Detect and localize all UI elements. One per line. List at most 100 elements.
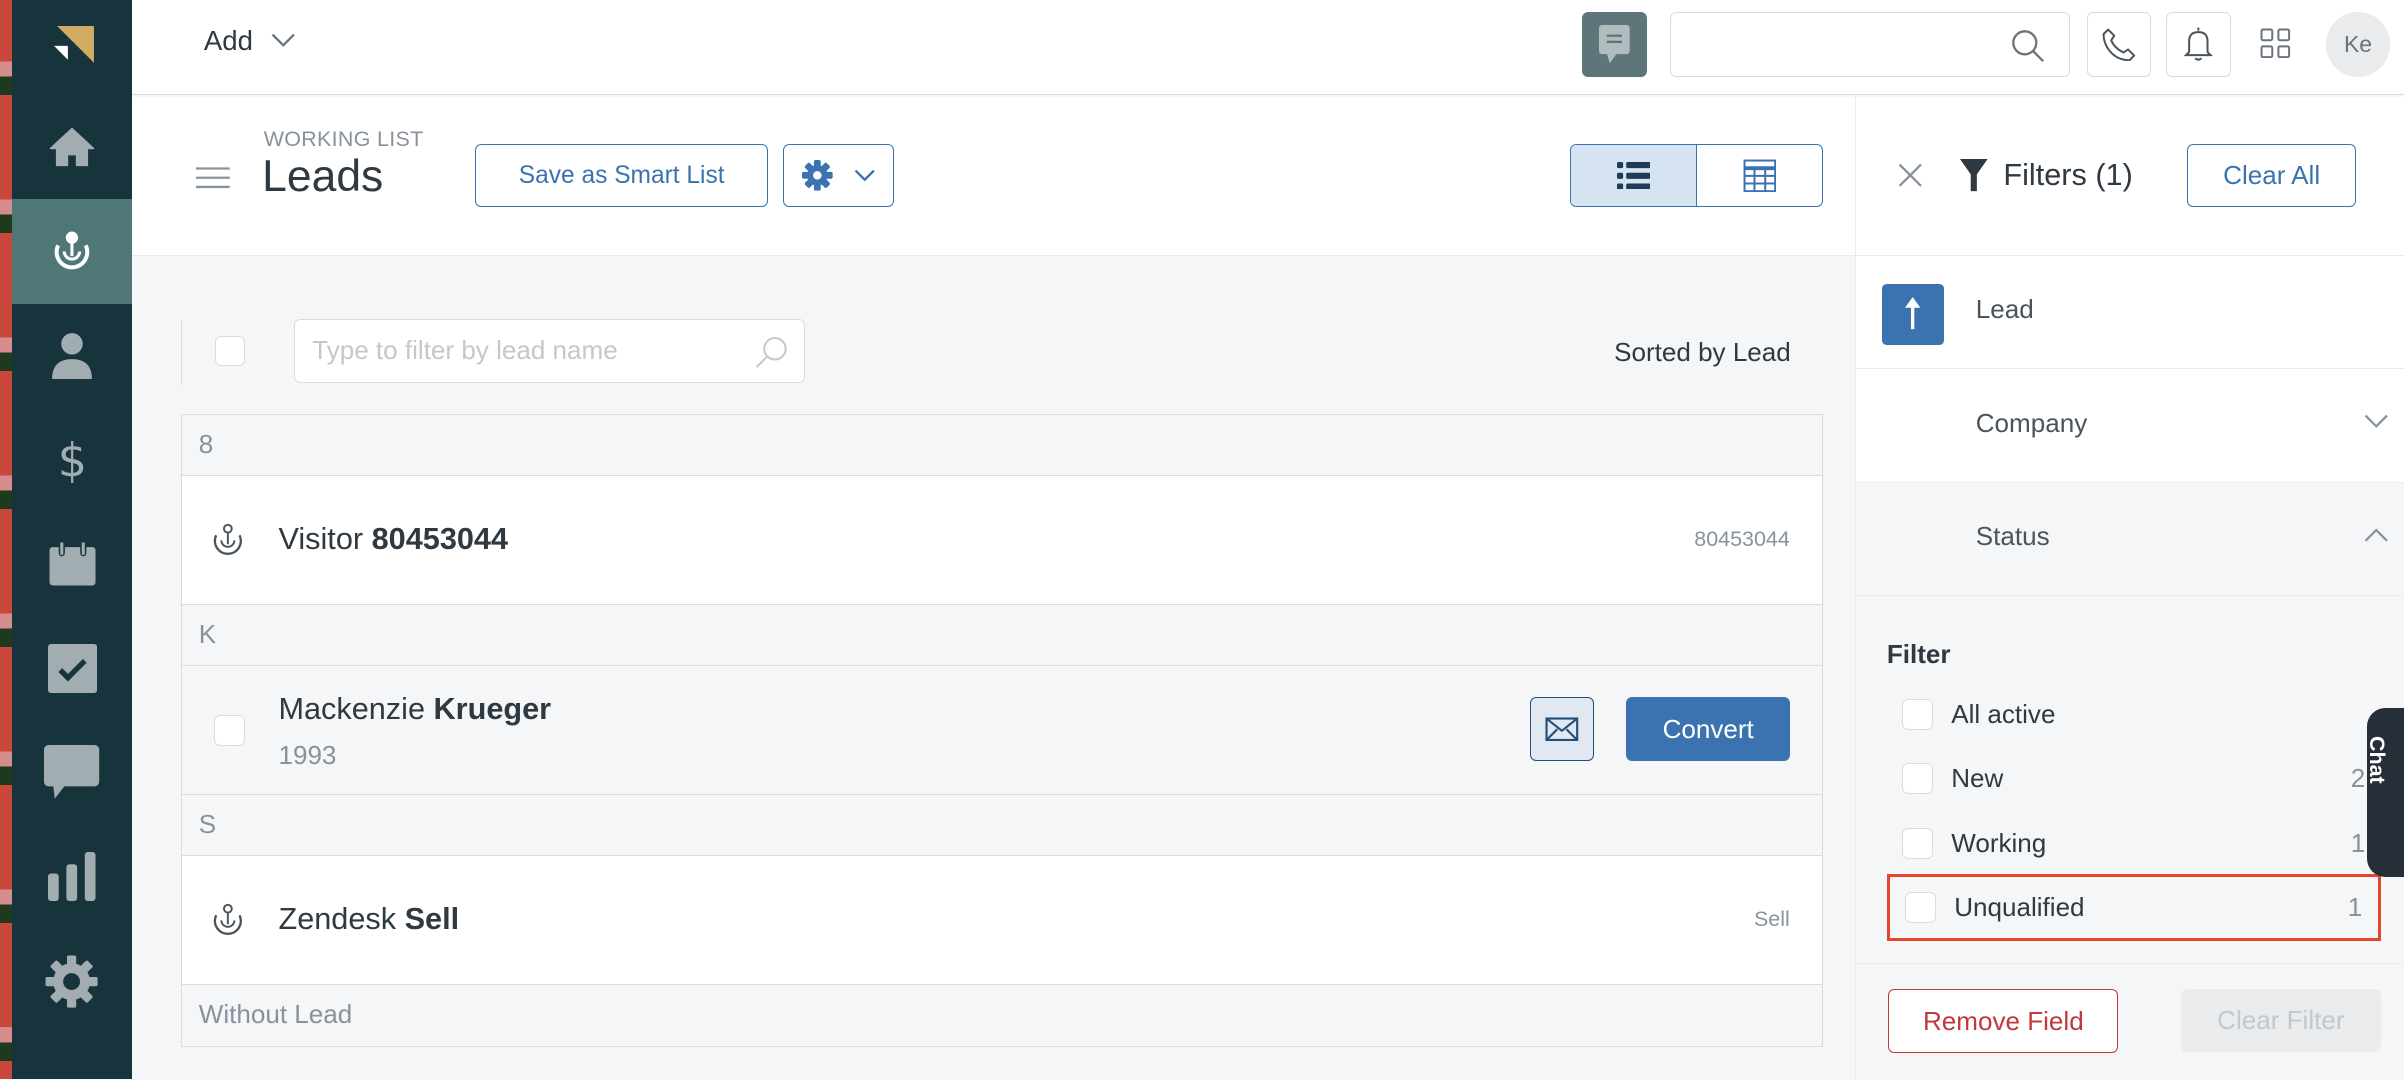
sidebar-item-leads[interactable] [12, 199, 132, 304]
list-icon [1616, 161, 1651, 190]
option-checkbox[interactable] [1902, 699, 1933, 730]
option-checkbox[interactable] [1902, 827, 1933, 859]
filter-option-all-active[interactable]: All active [1887, 684, 2381, 745]
settings-dropdown-button[interactable] [783, 144, 894, 207]
filter-field-label: Status [1975, 521, 2050, 552]
sidebar-item-contacts[interactable] [12, 304, 132, 408]
person-icon [52, 332, 92, 379]
convert-button[interactable]: Convert [1626, 697, 1791, 762]
filters-title: Filters (1) [1960, 158, 2133, 193]
hamburger-icon [196, 167, 230, 189]
add-menu-button[interactable]: Add [204, 25, 296, 57]
desktop-wallpaper [0, 0, 13, 1080]
phone-button[interactable] [2086, 12, 2152, 77]
notifications-button[interactable] [2166, 12, 2231, 77]
remove-field-button[interactable]: Remove Field [1888, 988, 2119, 1054]
option-count: 2 [2350, 763, 2366, 794]
list-view-button[interactable] [1570, 145, 1697, 206]
chat-widget-tab[interactable]: Chat [2367, 708, 2404, 877]
bell-icon [2183, 27, 2214, 61]
chat-toggle-button[interactable] [1582, 12, 1647, 77]
sidebar-item-reports[interactable] [12, 825, 132, 929]
list-item[interactable]: Mackenzie Krueger 1993 Convert [181, 666, 1822, 796]
filter-field-lead[interactable]: Lead [1856, 256, 2404, 370]
lead-name[interactable]: Zendesk Sell [278, 902, 459, 937]
sort-ascending-button[interactable] [1882, 283, 1944, 345]
apps-button[interactable] [2260, 28, 2291, 66]
list-item[interactable]: Zendesk Sell Sell [181, 856, 1822, 986]
arrow-up-icon [1905, 297, 1921, 330]
group-header: Without Lead [181, 985, 1822, 1047]
filter-heading: Filter [1886, 639, 1951, 670]
option-label: Unqualified [1954, 892, 2085, 923]
sidebar-item-deals[interactable]: $ [12, 408, 132, 512]
home-icon [49, 128, 95, 167]
page-eyebrow: WORKING LIST [263, 127, 424, 152]
message-icon [1599, 24, 1630, 63]
svg-text:$: $ [57, 435, 86, 484]
lead-list: 8 Visitor 80453044 80453044 K Mackenzie … [180, 413, 1823, 1047]
option-count: 1 [2350, 827, 2366, 858]
page-header: WORKING LIST Leads Save as Smart List [131, 96, 1856, 257]
chat-bubble-icon [44, 745, 100, 799]
lead-company: Sell [1753, 907, 1790, 932]
option-checkbox[interactable] [1905, 892, 1936, 923]
table-view-button[interactable] [1697, 145, 1822, 206]
table-grid-icon [1743, 159, 1776, 192]
global-search-input[interactable] [1669, 12, 2070, 77]
chevron-up-icon [2364, 528, 2388, 542]
list-item[interactable]: Visitor 80453044 80453044 [181, 476, 1822, 606]
group-header: S [181, 795, 1822, 857]
filter-field-company[interactable]: Company [1856, 369, 2404, 483]
filter-option-unqualified[interactable]: Unqualified 1 [1886, 873, 2381, 942]
lead-anchor-icon [213, 524, 243, 556]
chat-widget-label: Chat [2367, 735, 2389, 784]
chevron-down-icon [2364, 414, 2388, 428]
user-avatar[interactable]: Ke [2325, 12, 2391, 77]
sidebar-item-calendar[interactable] [12, 512, 132, 616]
phone-icon [2102, 28, 2136, 61]
row-checkbox[interactable] [214, 715, 245, 747]
view-toggle [1569, 144, 1823, 207]
lead-company: 1993 [278, 739, 337, 770]
lead-list-area: Sorted by Lead 8 Visitor 80453044 804530… [132, 258, 1855, 1080]
filters-header: Filters (1) Clear All [1856, 97, 2404, 257]
sidebar-item-home[interactable] [12, 95, 132, 199]
filter-option-working[interactable]: Working 1 [1887, 813, 2381, 874]
chevron-down-icon [854, 170, 875, 182]
apps-grid-icon [2260, 28, 2291, 58]
sidebar-item-tasks[interactable] [12, 616, 132, 720]
option-label: Working [1951, 827, 2047, 858]
lead-name-filter-input[interactable] [295, 319, 725, 382]
zendesk-sell-logo[interactable] [12, 0, 132, 95]
status-filter-body: Filter All active New 2 Working 1 Unqual… [1856, 596, 2404, 965]
group-header: K [181, 605, 1822, 667]
filter-field-status[interactable]: Status [1856, 482, 2404, 597]
save-as-smart-list-button[interactable]: Save as Smart List [475, 144, 769, 207]
clear-all-button[interactable]: Clear All [2187, 144, 2356, 207]
close-icon[interactable] [1898, 163, 1923, 188]
sidebar-item-communication[interactable] [12, 721, 132, 825]
search-icon [755, 337, 787, 369]
envelope-icon [1545, 717, 1579, 741]
lead-name[interactable]: Visitor 80453044 [278, 522, 508, 557]
group-header: 8 [181, 414, 1822, 477]
gear-icon [45, 955, 99, 1008]
sort-indicator[interactable]: Sorted by Lead [1614, 337, 1791, 368]
filter-field-label: Company [1975, 407, 2088, 438]
email-button[interactable] [1529, 697, 1594, 762]
menu-toggle-button[interactable] [196, 167, 230, 195]
select-all-checkbox[interactable] [214, 335, 246, 367]
option-checkbox[interactable] [1902, 763, 1933, 795]
filter-field-label: Lead [1975, 294, 2034, 325]
filters-footer: Remove Field Clear Filter [1856, 964, 2404, 1080]
page-title: Leads [262, 151, 384, 201]
gear-icon [801, 160, 833, 191]
checkbox-icon [47, 643, 97, 693]
clear-filter-button[interactable]: Clear Filter [2181, 988, 2381, 1052]
search-icon [2011, 29, 2044, 62]
lead-name[interactable]: Mackenzie Krueger [278, 692, 551, 727]
filter-option-new[interactable]: New 2 [1887, 748, 2381, 809]
sidebar-item-settings[interactable] [12, 929, 132, 1033]
add-label: Add [203, 24, 253, 56]
